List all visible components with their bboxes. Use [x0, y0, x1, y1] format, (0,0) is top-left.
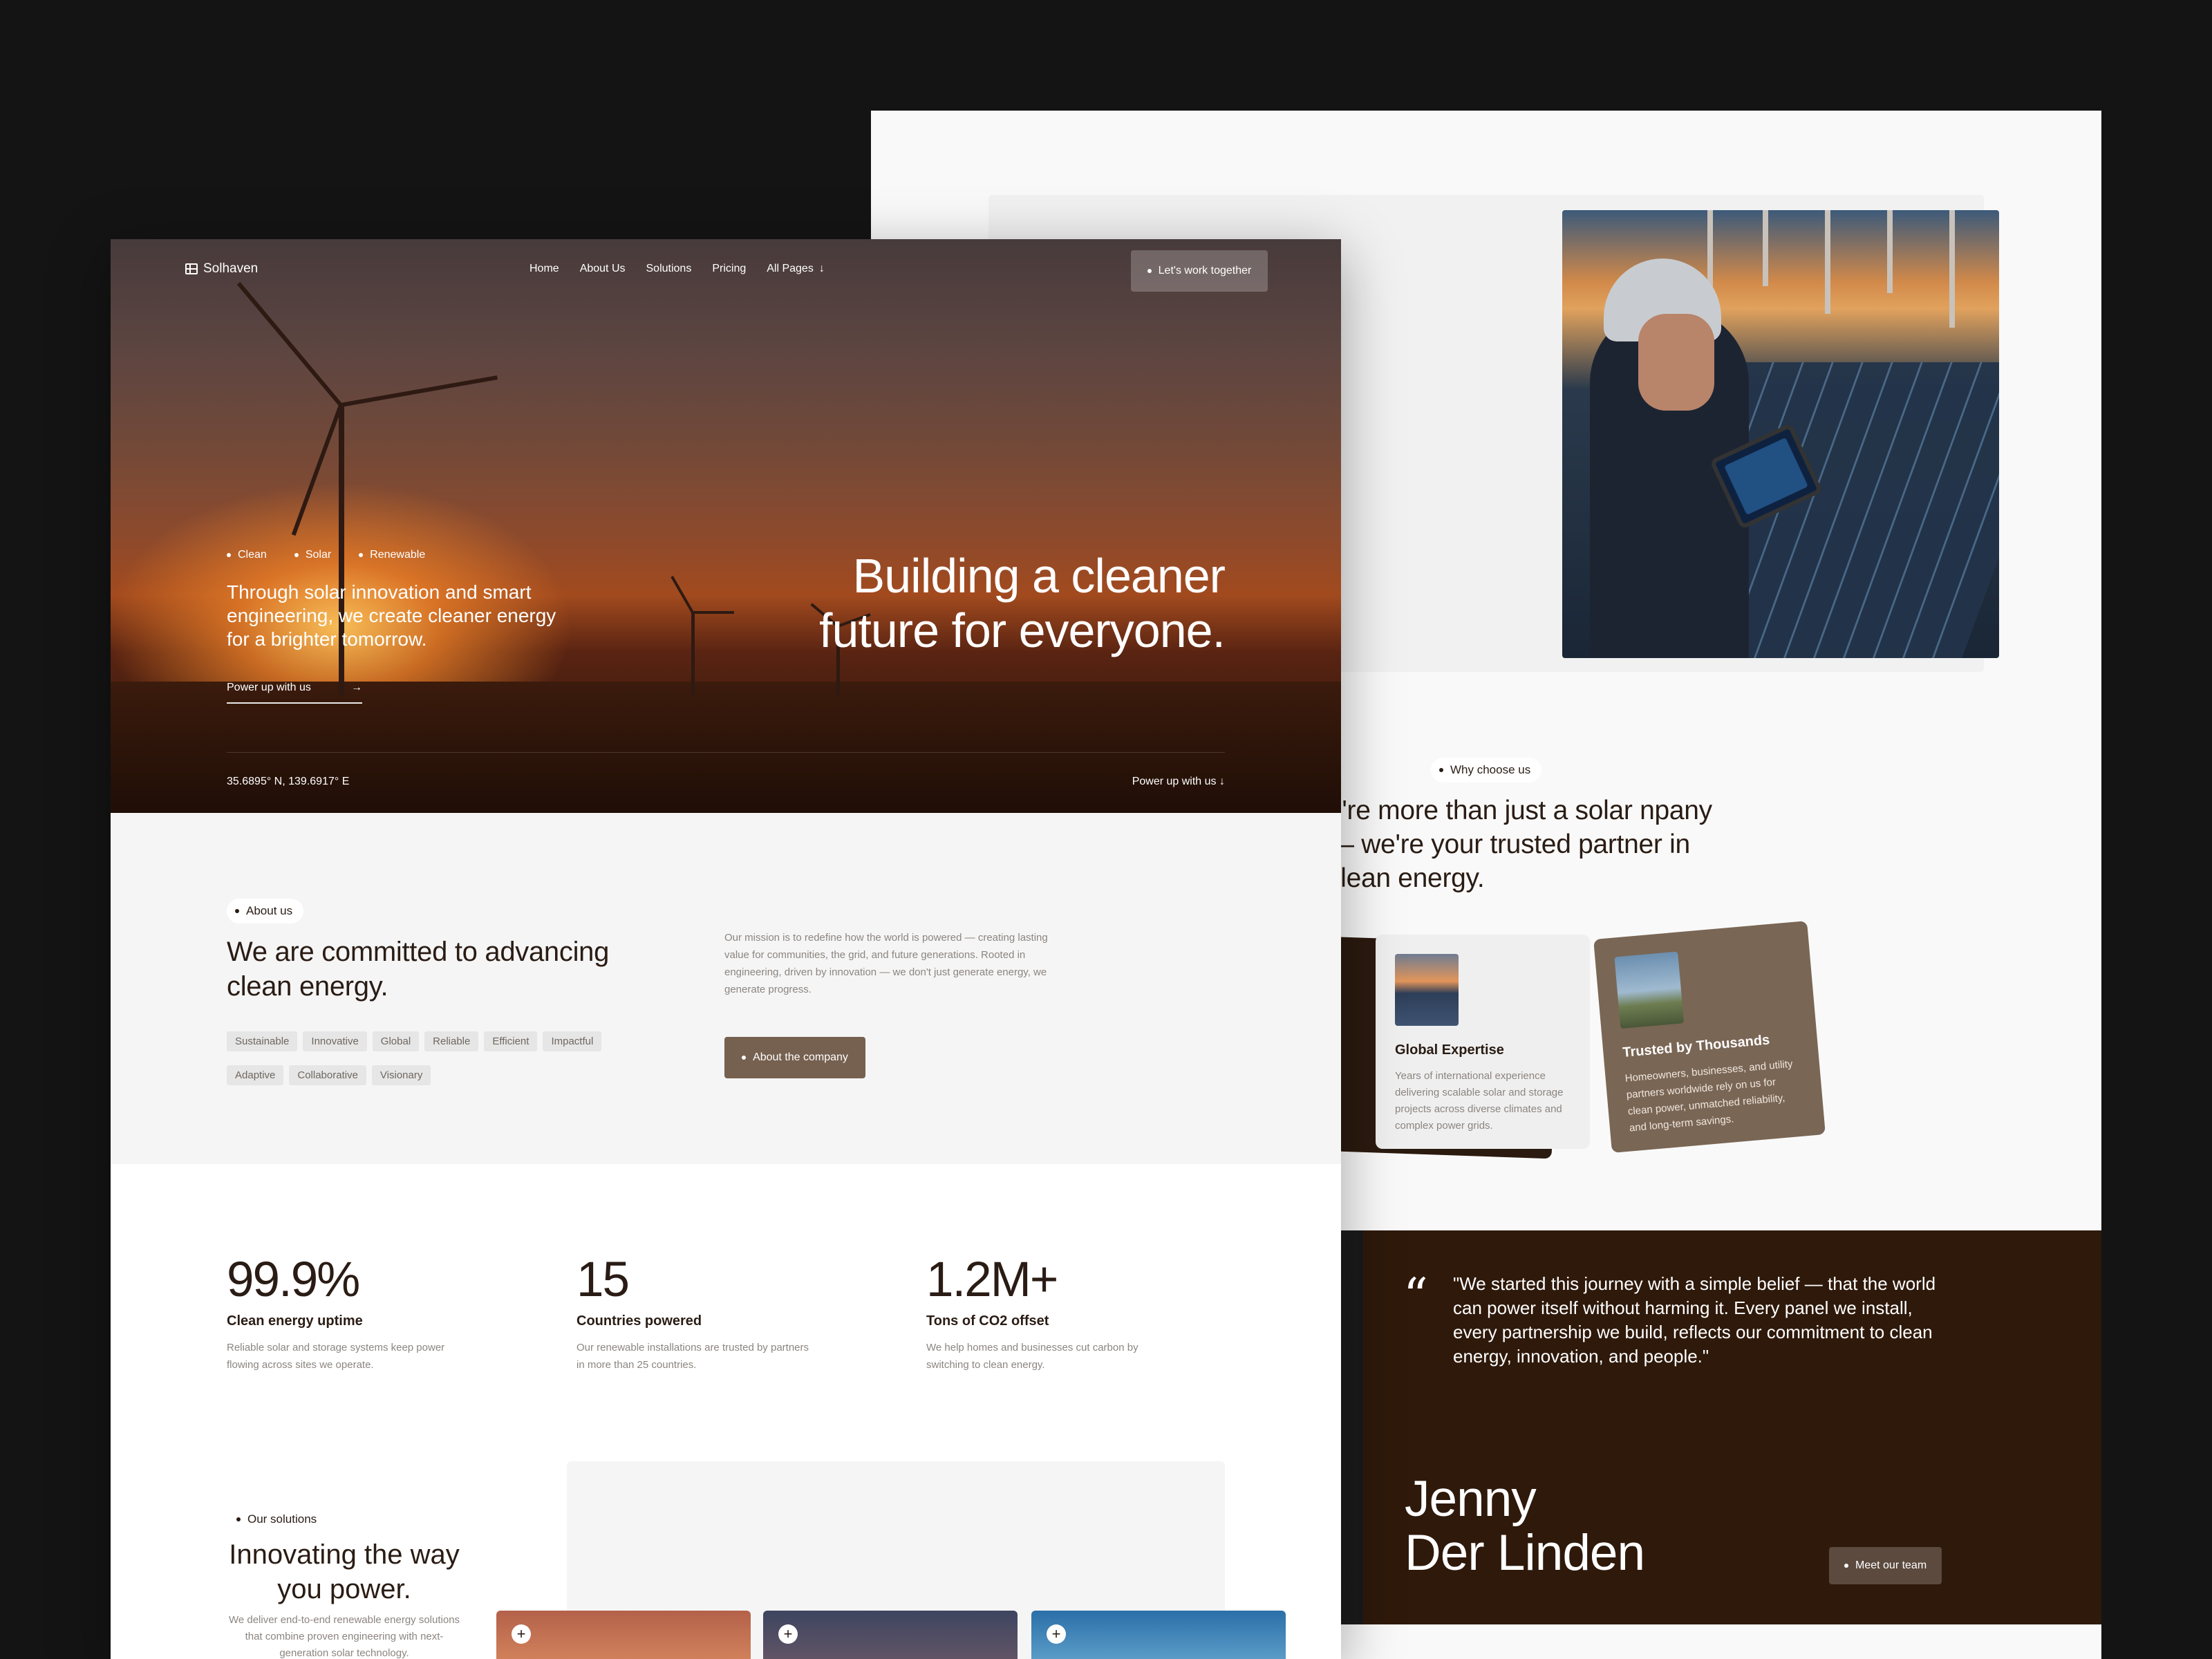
scroll-down-link[interactable]: Power up with us ↓ — [1132, 776, 1225, 788]
solutions-description: We deliver end-to-end renewable energy s… — [228, 1614, 460, 1659]
logo-text: Solhaven — [203, 261, 259, 276]
feature-card-trusted: Trusted by Thousands Homeowners, busines… — [1593, 921, 1826, 1153]
stat-uptime: 99.9% Clean energy uptime Reliable solar… — [227, 1253, 476, 1374]
landscape-thumbnail — [1614, 951, 1685, 1029]
solar-panel-thumbnail — [1395, 954, 1459, 1026]
card-text: Years of international experience delive… — [1395, 1070, 1564, 1132]
coordinates-readout: 35.6895° N, 139.6917° E — [227, 776, 350, 787]
stat-label: Tons of CO2 offset — [926, 1313, 1049, 1329]
solution-card[interactable]: + — [763, 1611, 1018, 1659]
solution-card[interactable]: + — [496, 1611, 751, 1659]
stat-countries: 15 Countries powered Our renewable insta… — [577, 1253, 825, 1374]
solutions-heading: Innovating the way you power. — [229, 1539, 460, 1604]
power-up-link[interactable]: Power up with us → — [227, 682, 362, 704]
feature-card-global-expertise: Global Expertise Years of international … — [1376, 935, 1590, 1149]
about-heading: We are committed to advancing clean ener… — [227, 937, 610, 1002]
card-title: Trusted by Thousands — [1622, 1032, 1771, 1060]
nav-link-pricing[interactable]: Pricing — [712, 263, 746, 275]
author-last-name: Der Linden — [1405, 1525, 1645, 1581]
stat-label: Countries powered — [577, 1313, 702, 1329]
hero-tag: Clean — [227, 549, 267, 561]
nav-link-home[interactable]: Home — [529, 263, 559, 275]
about-description: Our mission is to redefine how the world… — [724, 932, 1048, 995]
nav-link-about[interactable]: About Us — [580, 263, 626, 275]
plus-icon[interactable]: + — [512, 1624, 531, 1644]
top-navigation: Solhaven Home About Us Solutions Pricing… — [111, 239, 1341, 301]
solar-panel-icon — [185, 263, 198, 274]
plus-icon[interactable]: + — [1047, 1624, 1066, 1644]
hero-tag: Solar — [294, 549, 331, 561]
hero-title: Building a cleaner future for everyone. — [819, 549, 1226, 657]
testimonial-author: Jenny Der Linden — [1405, 1471, 1645, 1581]
stat-label: Clean energy uptime — [227, 1313, 363, 1329]
hero-subtitle: Through solar innovation and smart engin… — [227, 581, 556, 650]
arrow-down-icon: ↓ — [1219, 776, 1225, 787]
value-tag: Visionary — [371, 1065, 431, 1085]
stat-value: 99.9% — [227, 1253, 360, 1307]
value-tag: Impactful — [543, 1031, 602, 1051]
card-title: Global Expertise — [1395, 1042, 1504, 1058]
arrow-right-icon: → — [351, 682, 362, 693]
value-tag: Reliable — [424, 1031, 479, 1051]
testimonial-quote: "We started this journey with a simple b… — [1453, 1273, 1936, 1367]
stat-co2: 1.2M+ Tons of CO2 offset We help homes a… — [926, 1253, 1175, 1374]
about-tag-list: Sustainable Innovative Global Reliable E… — [227, 1031, 641, 1085]
logo[interactable]: Solhaven — [185, 261, 258, 276]
nav-link-all-pages[interactable]: All Pages ↓ — [767, 263, 825, 275]
hero-section: Solhaven Home About Us Solutions Pricing… — [111, 239, 1341, 813]
about-company-button[interactable]: About the company — [724, 1037, 865, 1078]
value-tag: Efficient — [484, 1031, 538, 1051]
nav-link-solutions[interactable]: Solutions — [646, 263, 692, 275]
why-choose-us-pill: Why choose us — [1431, 758, 1542, 782]
front-page-preview: Solhaven Home About Us Solutions Pricing… — [111, 239, 1341, 1659]
plus-icon[interactable]: + — [778, 1624, 798, 1644]
engineer-solar-photo — [1562, 210, 1999, 658]
meet-our-team-button[interactable]: Meet our team — [1829, 1547, 1942, 1584]
hero-tag: Renewable — [359, 549, 425, 561]
lets-work-together-button[interactable]: Let's work together — [1131, 250, 1268, 292]
stat-value: 1.2M+ — [926, 1253, 1058, 1307]
value-tag: Global — [372, 1031, 420, 1051]
about-section: About us We are committed to advancing c… — [111, 813, 1341, 1164]
arrow-down-icon: ↓ — [818, 263, 825, 274]
card-text: Homeowners, businesses, and utility part… — [1624, 1058, 1794, 1134]
stat-description: We help homes and businesses cut carbon … — [926, 1342, 1138, 1371]
divider — [227, 752, 1225, 753]
solutions-section: Our solutions Innovating the way you pow… — [111, 1441, 1341, 1659]
hero-tags: Clean Solar Renewable — [227, 549, 425, 561]
author-first-name: Jenny — [1405, 1471, 1537, 1527]
nav-links: Home About Us Solutions Pricing All Page… — [529, 263, 825, 275]
solution-card[interactable]: + — [1031, 1611, 1286, 1659]
value-tag: Adaptive — [227, 1065, 284, 1085]
stats-section: 99.9% Clean energy uptime Reliable solar… — [111, 1164, 1341, 1441]
about-us-pill: About us — [227, 899, 304, 924]
value-tag: Collaborative — [289, 1065, 366, 1085]
quote-icon: “ — [1403, 1268, 1428, 1324]
why-choose-us-heading: e're more than just a solar npany — we'r… — [1327, 796, 1712, 893]
our-solutions-pill: Our solutions — [228, 1507, 328, 1532]
value-tag: Innovative — [303, 1031, 367, 1051]
stat-description: Reliable solar and storage systems keep … — [227, 1342, 445, 1371]
stat-description: Our renewable installations are trusted … — [577, 1342, 809, 1371]
value-tag: Sustainable — [227, 1031, 298, 1051]
stat-value: 15 — [577, 1253, 630, 1307]
